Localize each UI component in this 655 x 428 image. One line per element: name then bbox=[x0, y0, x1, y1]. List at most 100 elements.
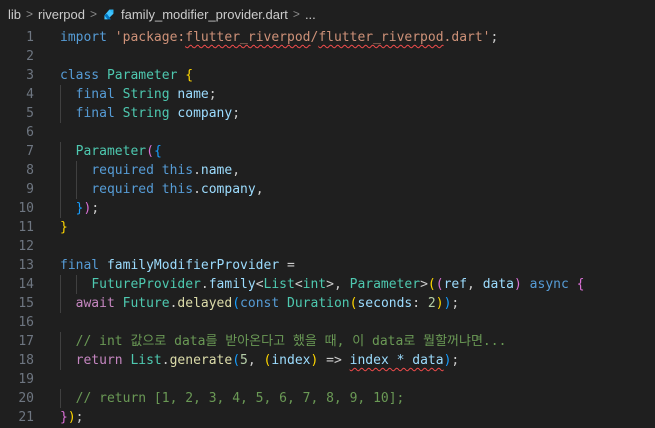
line-number: 10 bbox=[18, 201, 34, 216]
code-line[interactable]: 4 final String name; bbox=[0, 85, 655, 104]
code-line[interactable]: 9 required this.company, bbox=[0, 180, 655, 199]
code-token: ( bbox=[427, 277, 436, 292]
code-line[interactable]: 7 Parameter({ bbox=[0, 142, 655, 161]
code-token: int bbox=[302, 277, 327, 292]
code-line[interactable]: 11} bbox=[0, 218, 655, 237]
breadcrumb-riverpod[interactable]: riverpod bbox=[38, 7, 85, 22]
code-token: // return [1, 2, 3, 4, 5, 6, 7, 8, 9, 10… bbox=[75, 391, 405, 406]
code-token: return bbox=[75, 353, 123, 368]
code-token: ( bbox=[232, 353, 241, 368]
code-text: final familyModifierProvider = bbox=[60, 256, 295, 275]
code-token: { bbox=[185, 68, 194, 83]
code-line[interactable]: 15 await Future.delayed(const Duration(s… bbox=[0, 294, 655, 313]
code-token: async bbox=[529, 277, 569, 292]
code-token: ( bbox=[232, 296, 241, 311]
code-text: FutureProvider.family<List<int>, Paramet… bbox=[60, 275, 584, 294]
code-token: generate bbox=[169, 353, 233, 368]
line-number: 17 bbox=[18, 334, 34, 349]
dart-file-icon bbox=[104, 9, 114, 19]
code-token: flutter_riverpod bbox=[185, 30, 311, 45]
code-line[interactable]: 20 // return [1, 2, 3, 4, 5, 6, 7, 8, 9,… bbox=[0, 389, 655, 408]
breadcrumb: lib > riverpod > family_modifier_provide… bbox=[0, 0, 655, 28]
code-token: , bbox=[232, 163, 241, 178]
code-text: return List.generate(5, (index) => index… bbox=[60, 351, 460, 370]
code-text: import 'package:flutter_riverpod/flutter… bbox=[60, 28, 498, 47]
code-text: Parameter({ bbox=[60, 142, 162, 161]
code-token: const bbox=[240, 296, 280, 311]
code-line[interactable]: 21}); bbox=[0, 408, 655, 427]
code-line[interactable]: 13 final familyModifierProvider = bbox=[0, 256, 655, 275]
code-token: => bbox=[318, 353, 350, 368]
line-number: 16 bbox=[18, 315, 34, 330]
code-text: await Future.delayed(const Duration(seco… bbox=[60, 294, 460, 313]
code-line[interactable]: 8 required this.name, bbox=[0, 161, 655, 180]
breadcrumb-file-label: family_modifier_provider.dart bbox=[121, 6, 288, 22]
code-token: FutureProvider bbox=[91, 277, 201, 292]
code-token: name bbox=[177, 87, 209, 102]
code-token: : bbox=[412, 296, 428, 311]
chevron-right-icon: > bbox=[292, 7, 300, 21]
code-token: } bbox=[60, 410, 68, 425]
code-token: final bbox=[60, 258, 100, 273]
code-token: index * data bbox=[349, 353, 444, 368]
code-token: ) bbox=[435, 296, 444, 311]
line-number: 6 bbox=[26, 125, 34, 140]
code-token: < bbox=[294, 277, 303, 292]
code-token: company bbox=[177, 106, 233, 121]
code-line[interactable]: 18 return List.generate(5, (index) => in… bbox=[0, 351, 655, 370]
code-editor[interactable]: 1 import 'package:flutter_riverpod/flutte… bbox=[0, 28, 655, 428]
line-number: 9 bbox=[26, 182, 34, 197]
breadcrumb-lib[interactable]: lib bbox=[8, 7, 21, 22]
code-line[interactable]: 19 bbox=[0, 370, 655, 389]
line-number: 1 bbox=[26, 30, 34, 45]
code-token: name bbox=[200, 163, 233, 178]
code-line[interactable]: 6 bbox=[0, 123, 655, 142]
code-line[interactable]: 5 final String company; bbox=[0, 104, 655, 123]
code-token: 2 bbox=[427, 296, 436, 311]
code-token: required bbox=[91, 163, 154, 178]
code-text: }); bbox=[60, 199, 99, 218]
code-token: ; bbox=[208, 87, 217, 102]
code-line[interactable]: 1 import 'package:flutter_riverpod/flutte… bbox=[0, 28, 655, 47]
breadcrumb-file[interactable]: family_modifier_provider.dart bbox=[102, 7, 288, 22]
code-line[interactable]: 2 bbox=[0, 47, 655, 66]
line-number: 2 bbox=[26, 49, 34, 64]
line-number: 19 bbox=[18, 372, 34, 387]
code-token: final bbox=[75, 87, 115, 102]
code-token: final bbox=[75, 106, 115, 121]
code-text: class Parameter { bbox=[60, 66, 193, 85]
line-number: 15 bbox=[18, 296, 34, 311]
code-line[interactable]: 12 bbox=[0, 237, 655, 256]
code-text: required this.name, bbox=[60, 161, 240, 180]
line-number: 20 bbox=[18, 391, 34, 406]
chevron-right-icon: > bbox=[26, 7, 34, 21]
code-line[interactable]: 10 }); bbox=[0, 199, 655, 218]
code-token: data bbox=[482, 277, 515, 292]
code-line[interactable]: 17 // int 값으로 data를 받아온다고 했을 때, 이 data로 … bbox=[0, 332, 655, 351]
code-line[interactable]: 16 bbox=[0, 313, 655, 332]
code-token: String bbox=[122, 87, 170, 102]
code-token: < bbox=[255, 277, 264, 292]
code-line[interactable]: 3 class Parameter { bbox=[0, 66, 655, 85]
breadcrumb-more[interactable]: ... bbox=[305, 7, 316, 22]
code-token: > bbox=[420, 277, 428, 292]
code-line[interactable]: 14 FutureProvider.family<List<int>, Para… bbox=[0, 275, 655, 294]
line-number: 5 bbox=[26, 106, 34, 121]
line-number: 21 bbox=[18, 410, 34, 425]
